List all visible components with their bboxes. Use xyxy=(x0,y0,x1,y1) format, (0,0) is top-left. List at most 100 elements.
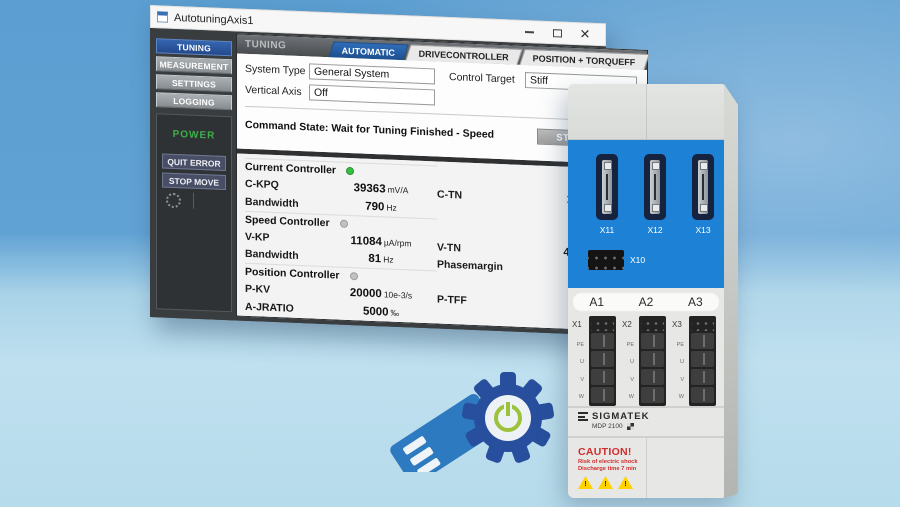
divider xyxy=(646,438,647,498)
tab-automatic-label: AUTOMATIC xyxy=(342,45,395,57)
pkv-label: P-KV xyxy=(245,283,325,298)
stop-move-button[interactable]: STOP MOVE xyxy=(162,172,226,190)
caution-title: CAUTION! xyxy=(578,446,724,458)
sigmatek-logo-icon xyxy=(578,412,588,421)
connector-icon xyxy=(602,160,612,214)
warning-triangle-icon: ! xyxy=(598,476,613,489)
vkp-label: V-KP xyxy=(245,231,325,246)
caution-line-1: Risk of electric shock xyxy=(578,459,724,465)
vkp-value: 11084µA/rpm xyxy=(325,234,437,250)
terminal-x1-label: X1 xyxy=(572,320,582,329)
system-type-input[interactable] xyxy=(309,63,435,84)
bandwidth2-label: Bandwidth xyxy=(245,248,325,263)
speed-controller-led-icon xyxy=(340,219,348,227)
power-status-label: POWER xyxy=(162,122,226,148)
caution-panel: CAUTION! Risk of electric shock Discharg… xyxy=(568,436,724,498)
brand-area: SIGMATEK MDP 2100 xyxy=(568,406,724,436)
port-x13-label: X13 xyxy=(688,225,718,235)
ajratio-value: 5000‰ xyxy=(325,304,437,320)
device-top-section xyxy=(568,84,724,140)
maximize-icon xyxy=(553,29,562,37)
bandwidth1-label: Bandwidth xyxy=(245,196,325,211)
axis-control-panel: POWER QUIT ERROR STOP MOVE xyxy=(156,113,232,312)
terminal-x3-label: X3 xyxy=(672,320,682,329)
pin-labels: PEU VW xyxy=(622,342,634,400)
port-x10-label: X10 xyxy=(630,255,645,265)
divider xyxy=(193,193,194,209)
warning-icons: ! ! ! xyxy=(578,476,724,489)
app-icon xyxy=(157,11,168,22)
sidebar-item-settings[interactable]: SETTINGS xyxy=(156,74,232,92)
pin-labels: PEU VW xyxy=(572,342,584,400)
pin-labels: PEU VW xyxy=(672,342,684,400)
minimize-icon xyxy=(525,31,534,33)
position-controller-led-icon xyxy=(350,272,358,280)
current-controller-led-icon xyxy=(346,167,354,175)
brand-name: SIGMATEK xyxy=(592,411,649,422)
sidebar: TUNING MEASUREMENT SETTINGS LOGGING POWE… xyxy=(152,30,236,316)
speed-controller-title: Speed Controller xyxy=(245,214,330,229)
axis-label-strip: A1 A2 A3 xyxy=(572,292,720,312)
axis-a3-label: A3 xyxy=(671,292,720,312)
ajratio-label: A-JRATIO xyxy=(245,301,325,316)
position-controller-title: Position Controller xyxy=(245,266,340,282)
bandwidth2-value: 81Hz xyxy=(325,251,437,267)
ctn-label: C-TN xyxy=(437,183,533,205)
divider xyxy=(646,84,647,139)
encoder-panel: X11 X12 X13 X10 xyxy=(568,140,724,288)
gear-illustration-svg xyxy=(386,370,570,472)
window-body: TUNING MEASUREMENT SETTINGS LOGGING POWE… xyxy=(150,28,606,335)
sidebar-item-measurement[interactable]: MEASUREMENT xyxy=(156,56,232,74)
port-x11-label: X11 xyxy=(592,225,622,235)
vertical-axis-input[interactable] xyxy=(309,84,435,105)
port-x13[interactable] xyxy=(692,154,714,220)
sidebar-item-logging[interactable]: LOGGING xyxy=(156,92,232,110)
device-front: X11 X12 X13 X10 A1 A2 A3 X1 PEU VW xyxy=(568,84,724,498)
warning-triangle-icon: ! xyxy=(618,476,633,489)
motor-terminals: X1 PEU VW X2 PEU VW X3 xyxy=(568,314,724,406)
autotuning-window: AutotuningAxis1 ✕ TUNING MEASUREMENT SET… xyxy=(150,5,606,335)
ckpq-label: C-KPQ xyxy=(245,178,325,193)
qr-code-icon xyxy=(627,423,634,430)
phasemargin-label: Phasemargin xyxy=(437,253,533,275)
bandwidth1-value: 790Hz xyxy=(325,199,437,215)
terminal-block[interactable] xyxy=(589,316,616,406)
connector-icon xyxy=(698,160,708,214)
ckpq-value: 39363mV/A xyxy=(325,181,437,197)
spinner-row xyxy=(162,191,226,210)
port-x11[interactable] xyxy=(596,154,618,220)
spinner-icon xyxy=(166,192,181,208)
quit-error-button[interactable]: QUIT ERROR xyxy=(162,153,226,171)
device-side-face xyxy=(724,84,738,498)
terminal-block[interactable] xyxy=(639,316,666,406)
sigmatek-drive-module: X11 X12 X13 X10 A1 A2 A3 X1 PEU VW xyxy=(568,84,738,498)
close-icon: ✕ xyxy=(580,27,591,40)
ptff-label: P-TFF xyxy=(437,288,533,310)
terminal-group-x3: X3 PEU VW xyxy=(672,316,722,406)
vertical-axis-label: Vertical Axis xyxy=(245,84,309,99)
tab-position-torqueff-label: POSITION + TORQUEFF xyxy=(533,53,636,67)
model-name: MDP 2100 xyxy=(592,423,623,430)
maximize-button[interactable] xyxy=(543,23,571,43)
connector-icon xyxy=(650,160,660,214)
port-x12-label: X12 xyxy=(640,225,670,235)
terminal-group-x2: X2 PEU VW xyxy=(622,316,672,406)
port-x10[interactable] xyxy=(588,250,624,270)
close-button[interactable]: ✕ xyxy=(571,24,599,44)
pkv-value: 2000010e-3/s xyxy=(325,286,437,302)
gear-power-illustration xyxy=(386,370,570,477)
tab-drivecontroller-label: DRIVECONTROLLER xyxy=(419,48,509,62)
axis-a1-label: A1 xyxy=(572,292,621,312)
control-target-label: Control Target xyxy=(449,71,525,86)
port-x12[interactable] xyxy=(644,154,666,220)
terminal-x2-label: X2 xyxy=(622,320,632,329)
axis-a2-label: A2 xyxy=(621,292,670,312)
terminal-group-x1: X1 PEU VW xyxy=(572,316,622,406)
minimize-button[interactable] xyxy=(515,22,543,42)
system-type-label: System Type xyxy=(245,63,309,78)
current-controller-title: Current Controller xyxy=(245,161,336,177)
command-state-text: Command State: Wait for Tuning Finished … xyxy=(245,119,494,141)
caution-line-2: Discharge time 7 min xyxy=(578,466,724,472)
terminal-block[interactable] xyxy=(689,316,716,406)
sidebar-item-tuning[interactable]: TUNING xyxy=(156,38,232,56)
